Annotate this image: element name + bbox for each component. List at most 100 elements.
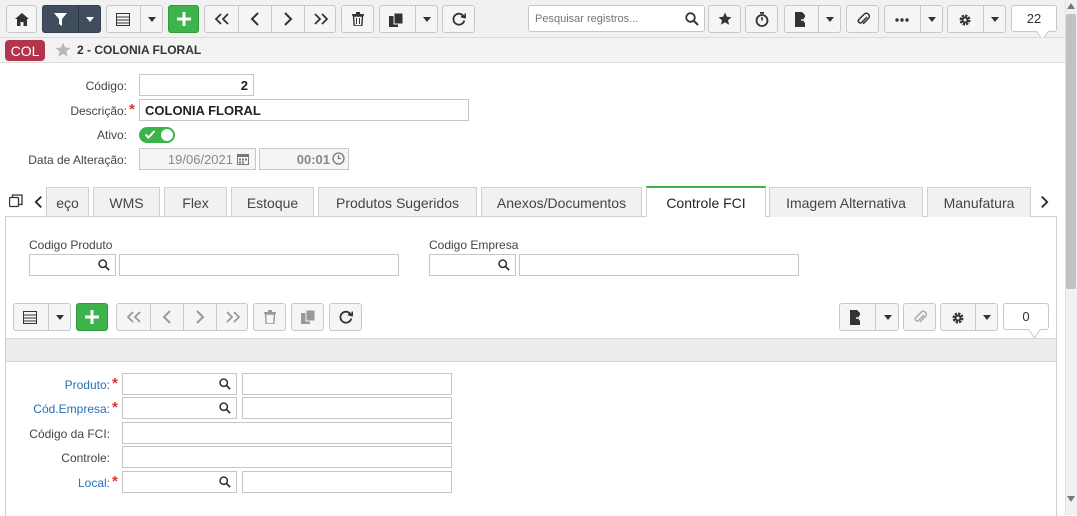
tabs-scroll-left-button[interactable] xyxy=(30,190,46,214)
settings-dropdown[interactable] xyxy=(983,6,1006,32)
tab-anexos-documentos[interactable]: Anexos/Documentos xyxy=(481,187,642,217)
table-icon xyxy=(23,311,37,324)
sub-duplicate-button[interactable] xyxy=(291,303,324,331)
tab-label: Estoque xyxy=(246,194,299,211)
star-icon xyxy=(718,12,731,25)
favorite-button[interactable] xyxy=(708,5,741,33)
sub-view-mode-dropdown[interactable] xyxy=(48,304,71,330)
export-button[interactable] xyxy=(784,5,841,33)
sub-previous-record-button[interactable] xyxy=(150,304,183,330)
tab-manufatura[interactable]: Manufatura xyxy=(927,187,1031,217)
gear-icon xyxy=(952,312,964,324)
filter-button[interactable] xyxy=(42,5,101,33)
clock-icon[interactable] xyxy=(332,152,345,165)
filter-dropdown[interactable] xyxy=(78,6,101,32)
produto-code-input[interactable] xyxy=(122,373,237,395)
next-record-button[interactable] xyxy=(271,6,304,32)
required-marker: * xyxy=(112,399,118,416)
tab-label: Produtos Sugeridos xyxy=(336,194,459,211)
local-code-input[interactable] xyxy=(122,471,237,493)
codigo-empresa-description-field[interactable] xyxy=(519,254,799,276)
tab-produtos-sugeridos[interactable]: Produtos Sugeridos xyxy=(318,187,477,217)
search-icon[interactable] xyxy=(219,402,231,414)
sub-settings-dropdown[interactable] xyxy=(975,304,998,330)
local-description-field[interactable] xyxy=(242,471,452,493)
add-record-button[interactable] xyxy=(168,5,199,33)
timer-button[interactable] xyxy=(745,5,778,33)
record-navigation xyxy=(204,5,336,33)
sub-export-button[interactable] xyxy=(839,303,899,331)
caret-down-icon xyxy=(826,16,834,22)
sub-export-dropdown[interactable] xyxy=(875,304,899,330)
view-mode-dropdown[interactable] xyxy=(140,6,163,32)
home-button[interactable] xyxy=(6,5,37,33)
search-input[interactable] xyxy=(529,11,679,26)
caret-down-icon xyxy=(86,16,94,22)
tab-flex[interactable]: Flex xyxy=(164,187,227,217)
search-icon[interactable] xyxy=(98,259,110,271)
sub-attachment-button[interactable] xyxy=(903,303,936,331)
export-file-icon xyxy=(795,12,808,27)
refresh-icon xyxy=(452,12,466,26)
favorite-star-icon[interactable] xyxy=(55,42,71,58)
double-chevron-left-icon xyxy=(126,311,141,323)
scroll-down-arrow-icon[interactable] xyxy=(1067,496,1075,502)
first-record-button[interactable] xyxy=(205,6,238,32)
search-icon[interactable] xyxy=(498,259,510,271)
controle-label: Controle: xyxy=(61,451,110,465)
view-mode-button[interactable] xyxy=(106,5,163,33)
required-marker: * xyxy=(129,101,135,118)
search-icon[interactable] xyxy=(685,12,699,26)
chevron-right-icon xyxy=(196,310,205,324)
tab-wms[interactable]: WMS xyxy=(93,187,160,217)
controle-input[interactable] xyxy=(122,446,452,468)
last-record-button[interactable] xyxy=(304,6,336,32)
cod-empresa-description-field[interactable] xyxy=(242,397,452,419)
double-chevron-right-icon xyxy=(313,13,328,25)
sub-record-navigation xyxy=(116,303,248,331)
search-icon[interactable] xyxy=(219,378,231,390)
scroll-up-arrow-icon[interactable] xyxy=(1067,3,1075,9)
sub-delete-button[interactable] xyxy=(253,303,286,331)
more-actions-button[interactable] xyxy=(884,5,943,33)
codigo-fci-label: Código da FCI: xyxy=(29,427,110,441)
scrollbar-thumb[interactable] xyxy=(1066,14,1076,289)
previous-record-button[interactable] xyxy=(238,6,271,32)
tabs-window-icon[interactable] xyxy=(9,194,23,208)
sub-first-record-button[interactable] xyxy=(117,304,150,330)
chevron-left-icon xyxy=(162,310,171,324)
cod-empresa-code-input[interactable] xyxy=(122,397,237,419)
sub-last-record-button[interactable] xyxy=(216,304,248,330)
refresh-button[interactable] xyxy=(442,5,475,33)
produto-description-field[interactable] xyxy=(242,373,452,395)
settings-button[interactable] xyxy=(947,5,1006,33)
sub-next-record-button[interactable] xyxy=(183,304,216,330)
ativo-toggle[interactable] xyxy=(139,127,175,143)
codigo-produto-filter-input[interactable] xyxy=(29,254,116,276)
tabs-scroll-right-button[interactable] xyxy=(1036,190,1052,214)
search-icon[interactable] xyxy=(219,476,231,488)
sub-add-record-button[interactable] xyxy=(76,303,108,331)
sub-refresh-button[interactable] xyxy=(329,303,362,331)
calendar-icon[interactable] xyxy=(237,153,249,165)
codigo-produto-description-field[interactable] xyxy=(119,254,399,276)
attachment-button[interactable] xyxy=(846,5,879,33)
duplicate-button[interactable] xyxy=(379,5,438,33)
tab-endereco[interactable]: eço xyxy=(46,187,89,217)
codigo-field[interactable]: 2 xyxy=(139,74,254,96)
sub-settings-button[interactable] xyxy=(940,303,998,331)
sub-view-mode-button[interactable] xyxy=(13,303,71,331)
caret-down-icon xyxy=(928,16,936,22)
codigo-empresa-filter-input[interactable] xyxy=(429,254,516,276)
more-actions-dropdown[interactable] xyxy=(920,6,943,32)
duplicate-dropdown[interactable] xyxy=(415,6,438,32)
delete-record-button[interactable] xyxy=(341,5,374,33)
panel-top-border-left xyxy=(5,216,646,217)
caret-down-icon xyxy=(883,314,892,320)
descricao-field[interactable]: COLONIA FLORAL xyxy=(139,99,469,121)
tab-controle-fci[interactable]: Controle FCI xyxy=(646,186,766,217)
tab-estoque[interactable]: Estoque xyxy=(231,187,314,217)
codigo-fci-input[interactable] xyxy=(122,422,452,444)
tab-imagem-alternativa[interactable]: Imagem Alternativa xyxy=(769,187,923,217)
export-dropdown[interactable] xyxy=(818,6,841,32)
